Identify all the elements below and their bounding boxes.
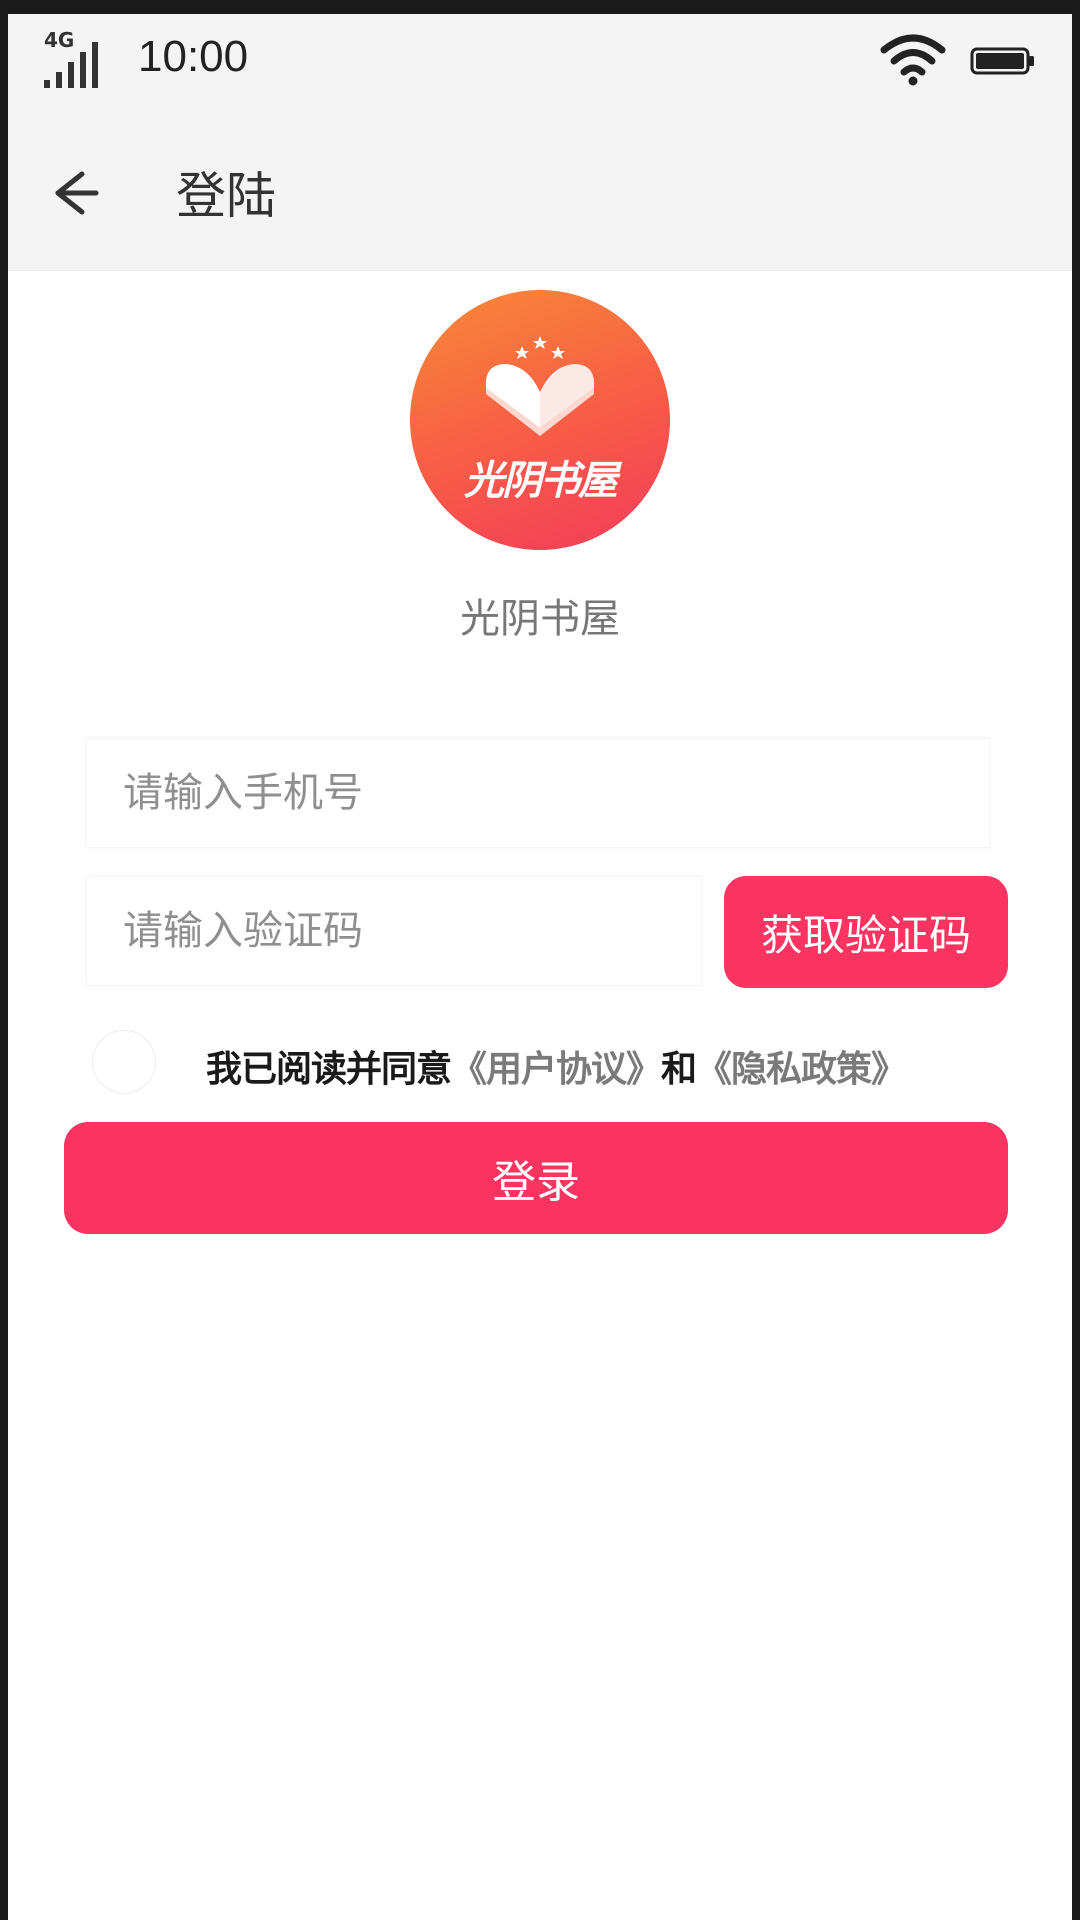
logo-wordmark: 光阴书屋 bbox=[464, 457, 618, 504]
user-agreement-link[interactable]: 《用户协议》 bbox=[451, 1049, 662, 1090]
battery-icon bbox=[970, 47, 1034, 75]
agreement-conjunction: 和 bbox=[661, 1049, 697, 1090]
agreement-prefix: 我已阅读并同意 bbox=[206, 1049, 452, 1090]
status-time: 10:00 bbox=[138, 32, 249, 81]
page-title: 登陆 bbox=[176, 167, 276, 225]
app-name: 光阴书屋 bbox=[460, 596, 620, 642]
agreement-text: 我已阅读并同意《用户协议》和《隐私政策》 bbox=[206, 1040, 907, 1092]
nav-bar: 登陆 bbox=[8, 114, 1072, 271]
login-screen: 4G 10:00 登陆 光阴书屋 光阴书屋 请输入手机号 请输入验证码 获取验证… bbox=[8, 14, 1072, 1920]
back-arrow-icon bbox=[55, 171, 99, 215]
privacy-policy-link[interactable]: 《隐私政策》 bbox=[696, 1049, 907, 1090]
phone-input[interactable] bbox=[86, 738, 990, 848]
status-bar: 4G 10:00 bbox=[8, 14, 1072, 114]
book-heart-icon bbox=[485, 336, 595, 436]
back-button[interactable] bbox=[38, 158, 108, 228]
get-code-button[interactable]: 获取验证码 bbox=[724, 876, 1008, 988]
signal-icon: 4G bbox=[42, 28, 108, 108]
wifi-icon bbox=[880, 34, 946, 86]
login-button[interactable]: 登录 bbox=[64, 1122, 1008, 1234]
agreement-checkbox[interactable] bbox=[92, 1030, 156, 1094]
verification-code-input[interactable] bbox=[86, 876, 702, 986]
app-logo: 光阴书屋 bbox=[410, 290, 670, 550]
